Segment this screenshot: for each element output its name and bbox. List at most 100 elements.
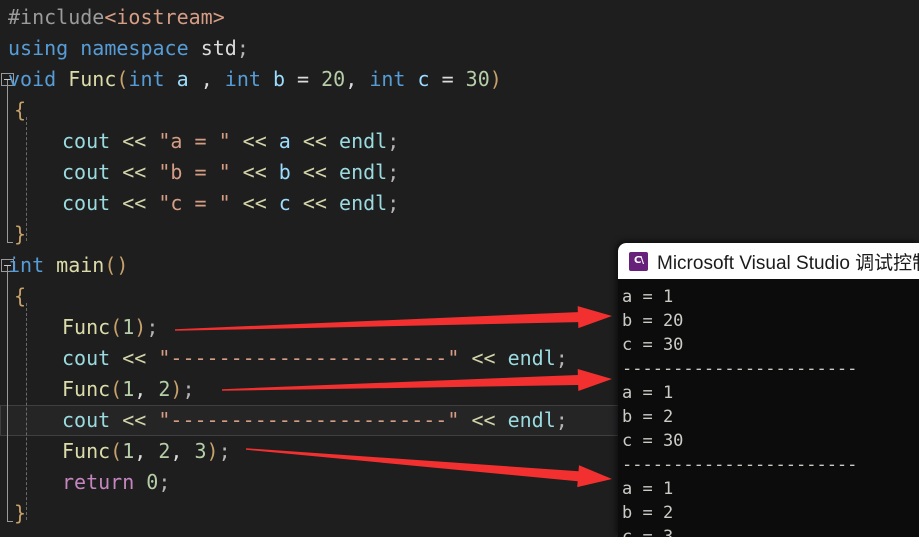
code-token: cout xyxy=(62,160,111,184)
code-token: ; xyxy=(236,36,249,60)
code-token: int xyxy=(224,67,261,91)
code-token: main xyxy=(56,253,105,277)
code-token: } xyxy=(14,501,27,525)
code-token: "b = " xyxy=(158,160,231,184)
code-token: , xyxy=(170,439,195,463)
code-token: ) xyxy=(206,439,219,463)
code-token: , xyxy=(134,439,159,463)
console-title: Microsoft Visual Studio 调试控制台 xyxy=(657,252,919,274)
code-token: ( xyxy=(110,377,123,401)
code-token: b xyxy=(278,160,291,184)
code-token: 2 xyxy=(158,439,171,463)
code-token: using xyxy=(8,36,69,60)
code-token: Func xyxy=(62,377,111,401)
code-token: "a = " xyxy=(158,129,231,153)
code-token: ; xyxy=(387,129,400,153)
code-line-text: cout << "-----------------------" << end… xyxy=(62,343,568,374)
code-line-text: Func(1); xyxy=(62,312,158,343)
code-token: int xyxy=(128,67,165,91)
code-line-text: } xyxy=(14,219,26,250)
code-line[interactable]: #include<iostream> xyxy=(0,2,919,33)
code-token: 2 xyxy=(158,377,171,401)
code-token: 3 xyxy=(194,439,207,463)
code-line-text: Func(1, 2); xyxy=(62,374,195,405)
code-token: ) xyxy=(489,67,502,91)
code-token: ; xyxy=(158,470,171,494)
code-line[interactable]: cout << "b = " << b << endl; xyxy=(0,157,919,188)
code-token: c xyxy=(278,191,291,215)
console-output-line: c = 30 xyxy=(622,431,684,451)
code-token: Func xyxy=(68,67,117,91)
code-token: { xyxy=(14,98,27,122)
code-token: << xyxy=(242,160,267,184)
indent-guide xyxy=(26,303,27,520)
code-line[interactable]: { xyxy=(0,95,919,126)
code-line-text: #include<iostream> xyxy=(8,2,225,33)
code-token: cout xyxy=(62,129,111,153)
code-token: << xyxy=(122,346,147,370)
code-token: b xyxy=(272,67,285,91)
block-structure-rail xyxy=(7,266,13,522)
code-line[interactable]: using namespace std; xyxy=(0,33,919,64)
code-token: 1 xyxy=(122,315,135,339)
code-token: = xyxy=(285,67,322,91)
console-output-line: a = 1 xyxy=(622,287,674,307)
code-token: << xyxy=(122,408,147,432)
code-token: , xyxy=(188,67,225,91)
code-token: #include xyxy=(8,5,105,29)
code-token: << xyxy=(302,191,327,215)
code-token: 1 xyxy=(122,439,135,463)
code-token: , xyxy=(134,377,159,401)
code-token: endl xyxy=(339,129,388,153)
console-output-line: c = 30 xyxy=(622,335,684,355)
code-line[interactable]: cout << "c = " << c << endl; xyxy=(0,188,919,219)
code-line-text: void Func(int a , int b = 20, int c = 30… xyxy=(8,64,502,95)
code-token: return xyxy=(62,470,135,494)
code-token: a xyxy=(176,67,189,91)
console-titlebar[interactable]: C\ Microsoft Visual Studio 调试控制台 xyxy=(618,243,919,279)
code-token: ; xyxy=(387,160,400,184)
console-output-line: b = 2 xyxy=(622,503,674,523)
code-token: ; xyxy=(218,439,231,463)
code-token: ( xyxy=(110,439,123,463)
console-output-line: ----------------------- xyxy=(622,359,858,379)
console-output[interactable]: a = 1 b = 20 c = 30 -----------------------… xyxy=(618,279,919,537)
code-token: << xyxy=(302,160,327,184)
cpp-console-icon: C\ xyxy=(629,251,648,271)
console-output-line: c = 3 xyxy=(622,527,674,537)
code-token: "-----------------------" xyxy=(158,346,460,370)
code-token: 0 xyxy=(146,470,159,494)
code-token: endl xyxy=(339,160,388,184)
code-token: endl xyxy=(507,408,556,432)
code-line-text: } xyxy=(14,498,26,529)
code-line-text: using namespace std; xyxy=(8,33,249,64)
code-line[interactable]: cout << "a = " << a << endl; xyxy=(0,126,919,157)
code-token: ; xyxy=(146,315,159,339)
screen: #include<iostream> using namespace std; vo… xyxy=(0,0,919,537)
console-output-line: b = 2 xyxy=(622,407,674,427)
code-line[interactable]: void Func(int a , int b = 20, int c = 30… xyxy=(0,64,919,95)
code-token: << xyxy=(471,346,496,370)
console-output-line: a = 1 xyxy=(622,479,674,499)
code-line-text: Func(1, 2, 3); xyxy=(62,436,231,467)
code-token: ; xyxy=(387,191,400,215)
debug-console-window[interactable]: C\ Microsoft Visual Studio 调试控制台 a = 1 b … xyxy=(618,243,919,537)
code-line-text: cout << "c = " << c << endl; xyxy=(62,188,399,219)
code-token: "-----------------------" xyxy=(158,408,460,432)
